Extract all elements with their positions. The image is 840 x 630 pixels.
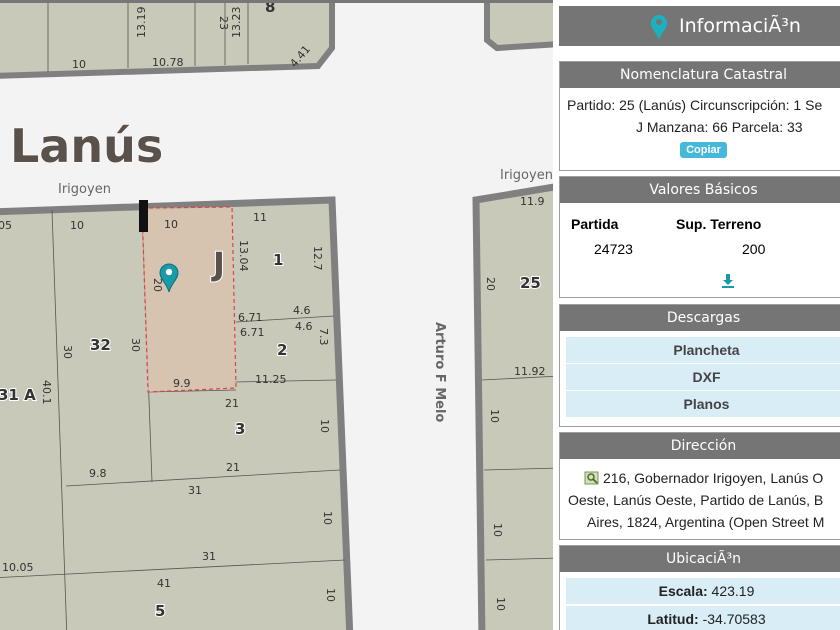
locality-label: Lanús — [10, 119, 163, 173]
nomenclatura-line-1: Partido: 25 (Lanús) Circunscripción: 1 S… — [567, 97, 823, 113]
block-top-right — [484, 0, 563, 52]
section-nomenclatura: Nomenclatura Catastral Partido: 25 (Lanú… — [559, 61, 840, 171]
dim-label: 10 — [70, 219, 84, 232]
dim-label: 10 — [494, 597, 507, 611]
section-heading: Valores Básicos — [560, 177, 840, 203]
info-panel: InformaciÃ³n Nomenclatura Catastral Part… — [553, 0, 840, 630]
dim-label: 6.71 — [240, 326, 265, 339]
dim-label: 11.9 — [520, 195, 545, 208]
section-heading: Nomenclatura Catastral — [560, 62, 840, 88]
section-heading: Dirección — [560, 433, 840, 459]
latitud-row: Latitud: -34.70583 — [566, 606, 840, 630]
dim-label: 9.8 — [89, 467, 107, 480]
col-sup-terreno: Sup. Terreno — [676, 216, 762, 232]
block-letter: J — [211, 245, 225, 283]
dim-label: 10 — [318, 419, 331, 433]
dim-label: 20 — [484, 277, 497, 291]
dim-label: 21 — [226, 461, 240, 474]
dim-label: 23 — [217, 16, 230, 30]
direccion-line-3: Aires, 1824, Argentina (Open Street M — [587, 514, 825, 530]
latitud-value: -34.70583 — [702, 611, 766, 627]
dim-label: 40.1 — [40, 380, 53, 405]
latitud-label: Latitud: — [647, 611, 699, 627]
dim-label: 30 — [129, 338, 142, 352]
parcel-number: 1 — [273, 251, 283, 269]
dim-label: 13.23 — [230, 7, 243, 39]
street-arturo-f-melo: Arturo F Melo — [432, 322, 447, 422]
section-ubicacion: UbicaciÃ³n Escala: 423.19 Latitud: -34.7… — [559, 545, 840, 630]
download-planos[interactable]: Planos — [566, 391, 840, 418]
dim-label: 9.9 — [173, 377, 191, 390]
copy-button[interactable]: Copiar — [680, 142, 727, 158]
dim-label: 30 — [61, 345, 74, 359]
download-plancheta[interactable]: Plancheta — [566, 337, 840, 364]
dim-label: 10 — [72, 58, 86, 71]
dim-label: 10 — [488, 409, 501, 423]
dim-label: 10 — [324, 588, 337, 602]
dim-label: 10 — [321, 511, 334, 525]
parcel-number: 5 — [155, 602, 165, 620]
download-dxf[interactable]: DXF — [566, 364, 840, 391]
dim-label: 4.6 — [293, 304, 311, 317]
dim-label: 12.7 — [311, 246, 324, 271]
dim-label: 10.05 — [2, 561, 34, 574]
dim-label: 13.04 — [237, 240, 250, 272]
dim-label: 4.6 — [295, 320, 313, 333]
section-heading: UbicaciÃ³n — [560, 546, 840, 572]
street-irigoyen-left: Irigoyen — [58, 182, 111, 197]
parcel-number: 3 — [235, 420, 245, 438]
panel-header: InformaciÃ³n — [559, 6, 840, 46]
parcel-number: 32 — [90, 336, 111, 354]
map-search-icon[interactable] — [584, 470, 600, 490]
escala-row: Escala: 423.19 — [566, 578, 840, 606]
escala-value: 423.19 — [711, 583, 755, 599]
block-right — [472, 181, 564, 630]
parcel-number: 2 — [277, 341, 287, 359]
dim-label: 21 — [225, 397, 239, 410]
section-heading: Descargas — [560, 305, 840, 331]
section-valores: Valores Básicos Partida Sup. Terreno 247… — [559, 176, 840, 298]
download-icon[interactable] — [720, 273, 736, 293]
map-pin-icon — [649, 13, 669, 46]
dim-label: 20 — [151, 278, 164, 292]
dim-label: 05 — [0, 219, 12, 232]
dim-label: 6.71 — [238, 311, 263, 324]
parcel-number: 31 A — [0, 386, 36, 404]
escala-label: Escala: — [658, 583, 708, 599]
dim-label: 10 — [491, 523, 504, 537]
dim-label: 11.92 — [514, 365, 546, 378]
direccion-line-1: 216, Gobernador Irigoyen, Lanús O — [603, 470, 824, 486]
dim-label: 41 — [157, 577, 171, 590]
dim-label: 7.3 — [317, 328, 330, 346]
partida-value: 24723 — [594, 241, 633, 257]
street-irigoyen-right: Irigoyen — [500, 168, 553, 183]
dim-label: 31 — [188, 484, 202, 497]
panel-title: InformaciÃ³n — [679, 15, 801, 37]
dim-label: 10 — [164, 218, 178, 231]
nomenclatura-line-2: J Manzana: 66 Parcela: 33 — [636, 119, 803, 135]
dim-label: 13.19 — [135, 7, 148, 39]
section-descargas: Descargas Plancheta DXF Planos — [559, 304, 840, 427]
col-partida: Partida — [571, 216, 619, 232]
dim-label: 31 — [202, 550, 216, 563]
selected-parcel[interactable] — [141, 206, 237, 393]
section-direccion: Dirección 216, Gobernador Irigoyen, Lanú… — [559, 432, 840, 540]
parcel-number: 25 — [520, 274, 541, 292]
direccion-line-2: Oeste, Lanús Oeste, Partido de Lanús, B — [568, 492, 824, 508]
dim-label: 10.78 — [152, 56, 184, 69]
sup-terreno-value: 200 — [742, 241, 766, 257]
dim-label: 11 — [253, 211, 267, 224]
dim-label: 11.25 — [255, 373, 287, 386]
